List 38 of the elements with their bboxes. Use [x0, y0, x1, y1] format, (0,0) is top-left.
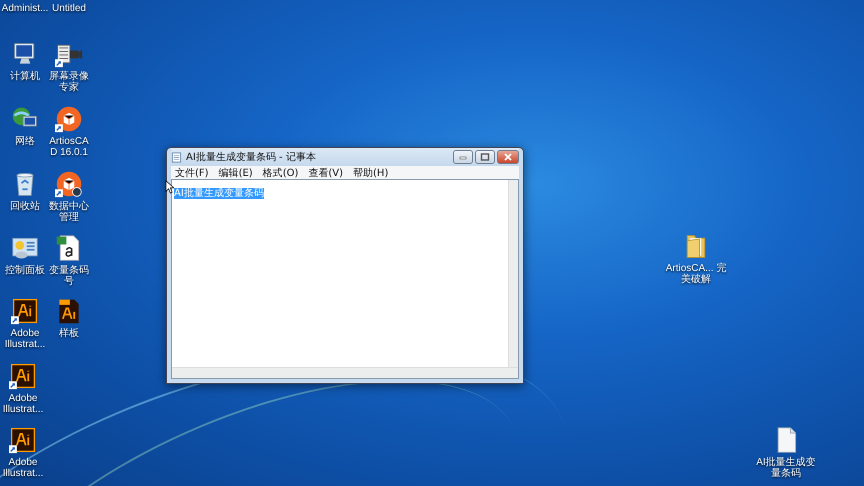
- desktop-icon-label[interactable]: 控制面板: [5, 265, 45, 276]
- desktop-icon-label[interactable]: Adobe Illustrat...: [0, 328, 50, 350]
- box-logo-icon[interactable]: [55, 105, 83, 133]
- desktop-icon-label[interactable]: Adobe Illustrat...: [0, 393, 46, 415]
- minimize-button[interactable]: [453, 150, 473, 164]
- desktop-icon-label[interactable]: AI批量生成变量条码: [754, 457, 818, 479]
- desktop-icon-label[interactable]: Adobe Illustrat...: [0, 457, 46, 479]
- window-title: AI批量生成变量条码 - 记事本: [186, 150, 317, 164]
- menu-item[interactable]: 格式(O): [262, 166, 298, 180]
- close-icon: [503, 153, 513, 161]
- maximize-button[interactable]: [475, 150, 495, 164]
- desktop-icon-label[interactable]: 计算机: [10, 71, 40, 82]
- close-button[interactable]: [497, 150, 519, 164]
- illustrator-icon[interactable]: [9, 426, 37, 454]
- minimize-icon: [458, 154, 468, 160]
- menu-item[interactable]: 帮助(H): [353, 166, 388, 180]
- maximize-icon: [480, 153, 490, 161]
- desktop-icon-label[interactable]: Untitled: [52, 3, 86, 14]
- box-logo-icon[interactable]: [55, 170, 83, 198]
- illustrator-icon[interactable]: [11, 297, 39, 325]
- desktop-icon-label[interactable]: 回收站: [10, 201, 40, 212]
- desktop-icon-label[interactable]: Administ...: [2, 3, 48, 14]
- menu-item[interactable]: 编辑(E): [218, 166, 253, 180]
- vertical-scrollbar[interactable]: [508, 180, 518, 367]
- desktop-icon-label[interactable]: ArtiosCA... 完美破解: [664, 263, 728, 285]
- document-text: AI批量生成变量条码: [174, 188, 264, 199]
- desktop-icon-label[interactable]: 变量条码号: [46, 265, 92, 287]
- menu-item[interactable]: 文件(F): [175, 166, 209, 180]
- desktop-icon-label[interactable]: ArtiosCAD 16.0.1: [46, 136, 92, 158]
- desktop-icon-label[interactable]: 样板: [59, 328, 79, 339]
- desktop-icon-label[interactable]: 网络: [15, 136, 35, 147]
- desktop-icon-label[interactable]: 数据中心管理: [46, 201, 92, 223]
- illustrator-icon[interactable]: [9, 362, 37, 390]
- notepad-icon: [171, 152, 182, 162]
- desktop-icon-label[interactable]: 屏幕录像专家: [46, 71, 92, 93]
- horizontal-scrollbar[interactable]: [172, 367, 518, 378]
- mouse-pointer-icon: [165, 180, 174, 194]
- menu-item[interactable]: 查看(V): [308, 166, 344, 180]
